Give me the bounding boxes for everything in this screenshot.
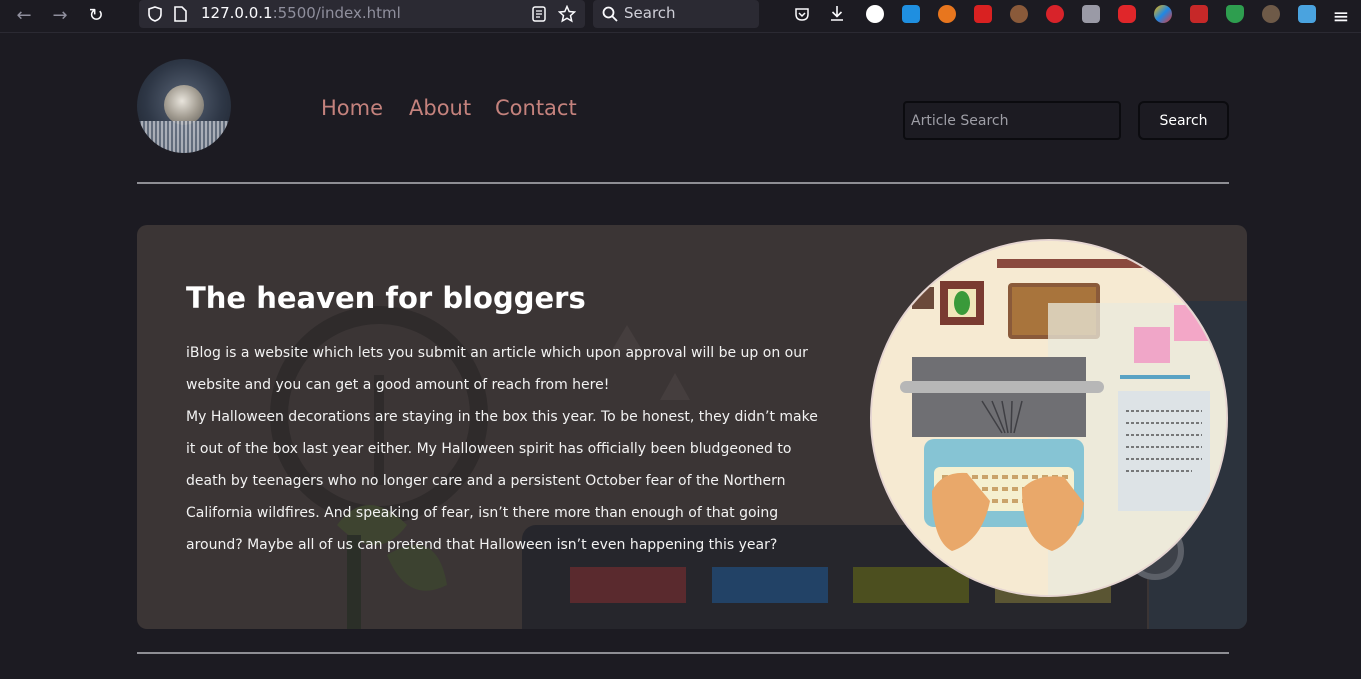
url-text: 127.0.0.1:5500/index.html: [201, 4, 401, 22]
forward-icon[interactable]: →: [48, 5, 72, 27]
nav-about[interactable]: About: [409, 96, 471, 120]
site-logo[interactable]: [137, 59, 231, 153]
search-button[interactable]: Search: [1138, 101, 1229, 140]
logo-frost: [137, 121, 231, 153]
extension-doc-icon[interactable]: [1298, 5, 1316, 23]
hero-body: iBlog is a website which lets you submit…: [186, 337, 826, 561]
footer-divider: [137, 652, 1229, 654]
extension-cookie-icon[interactable]: [1262, 5, 1280, 23]
extension-s-icon[interactable]: [902, 5, 920, 23]
header-divider: [137, 182, 1229, 184]
extension-dots-icon[interactable]: [1154, 5, 1172, 23]
browser-search-bar[interactable]: Search: [593, 0, 759, 28]
download-icon[interactable]: [829, 5, 845, 23]
hero-banner: The heaven for bloggers iBlog is a websi…: [137, 225, 1247, 629]
reader-view-icon[interactable]: [532, 6, 546, 22]
browser-search-placeholder: Search: [624, 4, 676, 22]
youtube-extension-icon[interactable]: [1118, 5, 1136, 23]
extension-green-shield-icon[interactable]: [1226, 5, 1244, 23]
hero-title: The heaven for bloggers: [186, 281, 586, 315]
hero-paragraph-2: My Halloween decorations are staying in …: [186, 409, 818, 553]
reload-icon[interactable]: ↻: [84, 5, 108, 27]
typewriter-illustration: [870, 239, 1228, 597]
back-icon[interactable]: ←: [12, 5, 36, 27]
extension-f-icon[interactable]: [866, 5, 884, 23]
browser-toolbar: ← → ↻ 127.0.0.1:5500/index.html Search ≡: [0, 0, 1361, 33]
article-search-input[interactable]: [903, 101, 1121, 140]
adblock-icon[interactable]: [1046, 5, 1064, 23]
extension-orange-icon[interactable]: [938, 5, 956, 23]
nav-home[interactable]: Home: [321, 96, 383, 120]
menu-icon[interactable]: ≡: [1329, 5, 1353, 27]
extension-red-icon[interactable]: [974, 5, 992, 23]
page-icon: [174, 6, 187, 22]
typewriter-desk-illustration: [872, 241, 1226, 595]
pocket-icon[interactable]: [794, 6, 810, 22]
logo-bubble: [164, 85, 204, 125]
extension-shield-icon[interactable]: [1082, 5, 1100, 23]
nav-contact[interactable]: Contact: [495, 96, 577, 120]
extension-brown-icon[interactable]: [1010, 5, 1028, 23]
search-icon: [602, 6, 618, 22]
hero-paragraph-1: iBlog is a website which lets you submit…: [186, 345, 808, 393]
extension-pen-icon[interactable]: [1190, 5, 1208, 23]
page: Home About Contact Search The heaven for…: [0, 34, 1361, 679]
shield-icon[interactable]: [148, 6, 162, 22]
address-bar[interactable]: 127.0.0.1:5500/index.html: [139, 0, 585, 28]
bookmark-star-icon[interactable]: [558, 5, 576, 23]
